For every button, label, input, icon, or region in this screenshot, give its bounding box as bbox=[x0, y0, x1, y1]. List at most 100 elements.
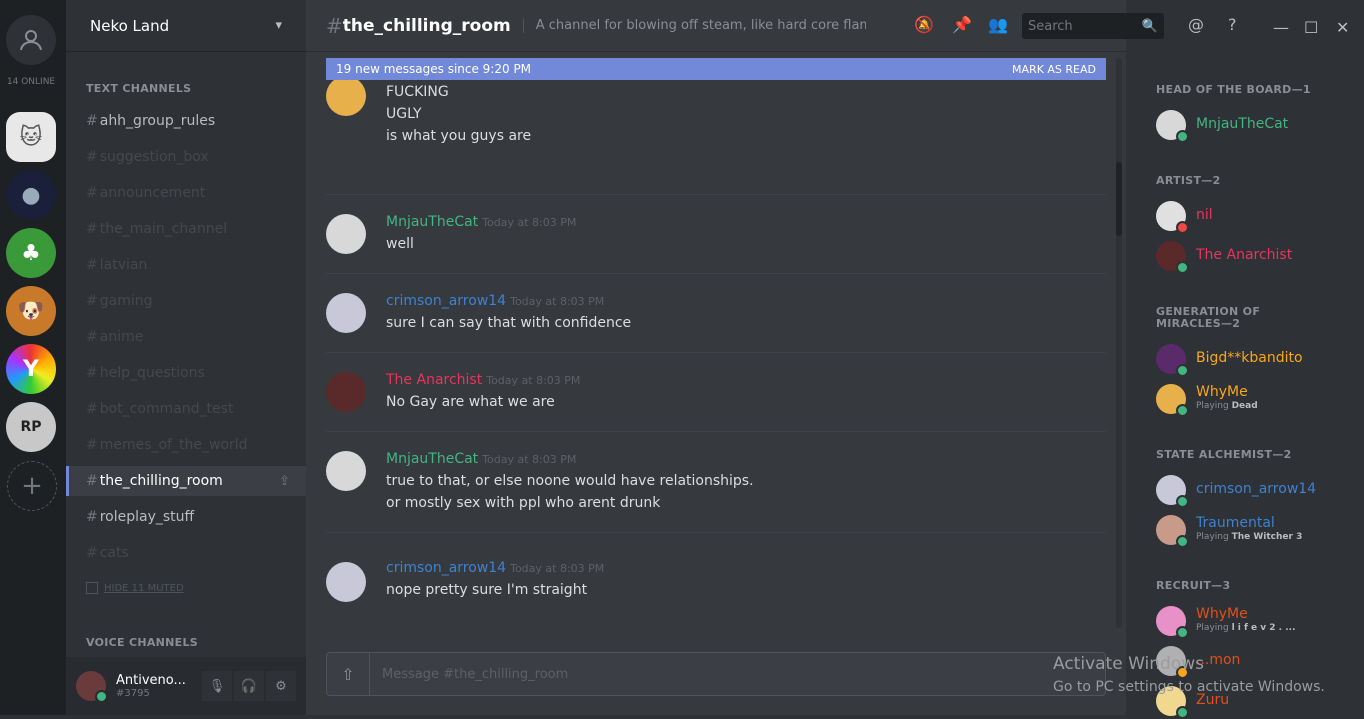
message-input[interactable] bbox=[380, 665, 1034, 683]
mute-bell-icon[interactable]: 🔕 bbox=[914, 15, 934, 34]
mentions-icon[interactable]: @ bbox=[1188, 15, 1204, 34]
avatar[interactable] bbox=[326, 293, 366, 333]
channel-suggestion-box[interactable]: # suggestion_box bbox=[66, 142, 306, 172]
message-header: crimson_arrow14 Today at 8:03 PM bbox=[386, 293, 604, 309]
upload-icon[interactable]: ⇧ bbox=[327, 653, 370, 695]
member-item[interactable]: nil bbox=[1156, 201, 1356, 234]
message-author[interactable]: crimson_arrow14 bbox=[386, 293, 506, 309]
pin-icon[interactable]: 📌 bbox=[952, 15, 972, 34]
avatar[interactable] bbox=[326, 214, 366, 254]
search-input[interactable]: Search 🔍 bbox=[1022, 13, 1164, 39]
watermark-title: Activate Windows bbox=[1053, 654, 1204, 674]
member-item[interactable]: Bigd**kbandito bbox=[1156, 344, 1356, 377]
role-header: HEAD OF THE BOARD—1 bbox=[1156, 83, 1311, 96]
maximize-icon[interactable]: ☐ bbox=[1304, 18, 1318, 37]
channel-name: the_chilling_room bbox=[99, 473, 223, 489]
mark-as-read-button[interactable]: MARK AS READ bbox=[1012, 63, 1096, 76]
member-item[interactable]: crimson_arrow14 bbox=[1156, 475, 1356, 508]
status-indicator bbox=[1176, 706, 1189, 719]
role-header: GENERATION OF MIRACLES—2 bbox=[1156, 305, 1261, 330]
guild-neko-land[interactable]: 🐱 bbox=[6, 112, 56, 162]
member-name: WhyMe bbox=[1196, 384, 1248, 400]
channel-memes-of-the-world[interactable]: # memes_of_the_world bbox=[66, 430, 306, 460]
microphone-icon[interactable]: 🎙 bbox=[202, 671, 232, 701]
scrollbar[interactable] bbox=[1116, 58, 1122, 628]
avatar bbox=[1156, 241, 1189, 274]
user-panel: Antiveno... #3795 🎙 🎧 ⚙ bbox=[66, 657, 306, 715]
server-header[interactable]: Neko Land ▾ bbox=[66, 0, 306, 52]
guild-6[interactable]: RP bbox=[6, 402, 56, 452]
message-author[interactable]: The Anarchist bbox=[386, 372, 482, 388]
channel-ahh-group-rules[interactable]: # ahh_group_rules bbox=[66, 106, 306, 136]
avatar bbox=[1156, 515, 1189, 548]
text-channels-header[interactable]: TEXT CHANNELS bbox=[86, 82, 191, 95]
channel-the-main-channel[interactable]: # the_main_channel bbox=[66, 214, 306, 244]
add-server-button[interactable]: + bbox=[7, 461, 57, 511]
friends-home-button[interactable] bbox=[6, 15, 56, 65]
channel-latvian[interactable]: # latvian bbox=[66, 250, 306, 280]
headphones-icon[interactable]: 🎧 bbox=[234, 671, 264, 701]
message-author[interactable]: crimson_arrow14 bbox=[386, 560, 506, 576]
avatar[interactable] bbox=[326, 451, 366, 491]
new-messages-bar[interactable]: 19 new messages since 9:20 PM MARK AS RE… bbox=[326, 58, 1106, 80]
message-text: FUCKING bbox=[386, 84, 449, 100]
channel-topic[interactable]: A channel for blowing off steam, like ha… bbox=[522, 18, 866, 33]
channel-name: announcement bbox=[99, 185, 206, 201]
hash-icon: # bbox=[86, 113, 98, 129]
status-indicator bbox=[1176, 535, 1189, 548]
member-activity: Playing l i f e v 2 . ... bbox=[1196, 623, 1296, 633]
channel-anime[interactable]: # anime bbox=[66, 322, 306, 352]
user-discriminator: #3795 bbox=[116, 688, 150, 699]
scroll-thumb[interactable] bbox=[1116, 162, 1122, 236]
channel-title: the_chilling_room bbox=[342, 15, 511, 36]
status-indicator bbox=[1176, 495, 1189, 508]
close-icon[interactable]: ✕ bbox=[1336, 18, 1349, 37]
channel-name: cats bbox=[99, 545, 129, 561]
voice-channels-header[interactable]: VOICE CHANNELS bbox=[86, 636, 198, 649]
channel-gaming[interactable]: # gaming bbox=[66, 286, 306, 316]
channel-name: the_main_channel bbox=[99, 221, 228, 237]
member-activity: Playing The Witcher 3 bbox=[1196, 532, 1302, 542]
guild-4[interactable]: 🐶 bbox=[6, 286, 56, 336]
settings-gear-icon[interactable]: ⚙ bbox=[266, 671, 296, 701]
message-author[interactable]: MnjauTheCat bbox=[386, 451, 478, 467]
game-name: Dead bbox=[1231, 401, 1258, 411]
channel-announcement[interactable]: # announcement bbox=[66, 178, 306, 208]
chevron-down-icon[interactable]: ▾ bbox=[275, 18, 282, 33]
avatar[interactable] bbox=[326, 562, 366, 602]
message-text: true to that, or else noone would have r… bbox=[386, 473, 754, 489]
avatar[interactable] bbox=[76, 671, 108, 703]
avatar[interactable] bbox=[326, 372, 366, 412]
channel-bot-command-test[interactable]: # bot_command_test bbox=[66, 394, 306, 424]
channel-name: help_questions bbox=[99, 365, 205, 381]
message-composer: ⇧ bbox=[326, 652, 1106, 696]
server-name: Neko Land bbox=[90, 16, 170, 35]
message-author[interactable]: MnjauTheCat bbox=[386, 214, 478, 230]
channel-name: bot_command_test bbox=[99, 401, 234, 417]
channel-roleplay-stuff[interactable]: # roleplay_stuff bbox=[66, 502, 306, 532]
member-item[interactable]: WhyMe Playing Dead bbox=[1156, 384, 1356, 417]
invite-icon[interactable]: ⇪ bbox=[279, 474, 290, 489]
hash-icon: # bbox=[86, 149, 98, 165]
member-list-icon[interactable]: 👥 bbox=[988, 15, 1008, 34]
playing-label: Playing bbox=[1196, 401, 1229, 411]
channel-the-chilling-room[interactable]: # the_chilling_room ⇪ bbox=[66, 466, 306, 496]
channel-help-questions[interactable]: # help_questions bbox=[66, 358, 306, 388]
channel-name: suggestion_box bbox=[99, 149, 209, 165]
minimize-icon[interactable]: — bbox=[1273, 18, 1289, 37]
hide-muted-button[interactable]: HIDE 11 MUTED bbox=[86, 582, 184, 594]
help-icon[interactable]: ? bbox=[1228, 15, 1237, 34]
search-placeholder: Search bbox=[1028, 18, 1073, 34]
avatar[interactable] bbox=[326, 76, 366, 116]
member-item[interactable]: MnjauTheCat bbox=[1156, 110, 1356, 143]
member-item[interactable]: The Anarchist bbox=[1156, 241, 1356, 274]
username: Antiveno... bbox=[116, 673, 186, 688]
guild-5[interactable]: Y bbox=[6, 344, 56, 394]
member-item[interactable]: Traumental Playing The Witcher 3 bbox=[1156, 515, 1356, 548]
channel-name: memes_of_the_world bbox=[99, 437, 248, 453]
guild-2[interactable]: ● bbox=[6, 170, 56, 220]
guild-3[interactable]: ♣ bbox=[6, 228, 56, 278]
channel-cats[interactable]: # cats bbox=[66, 538, 306, 568]
member-item[interactable]: WhyMe Playing l i f e v 2 . ... bbox=[1156, 606, 1356, 639]
new-messages-text: 19 new messages since 9:20 PM bbox=[336, 62, 532, 76]
